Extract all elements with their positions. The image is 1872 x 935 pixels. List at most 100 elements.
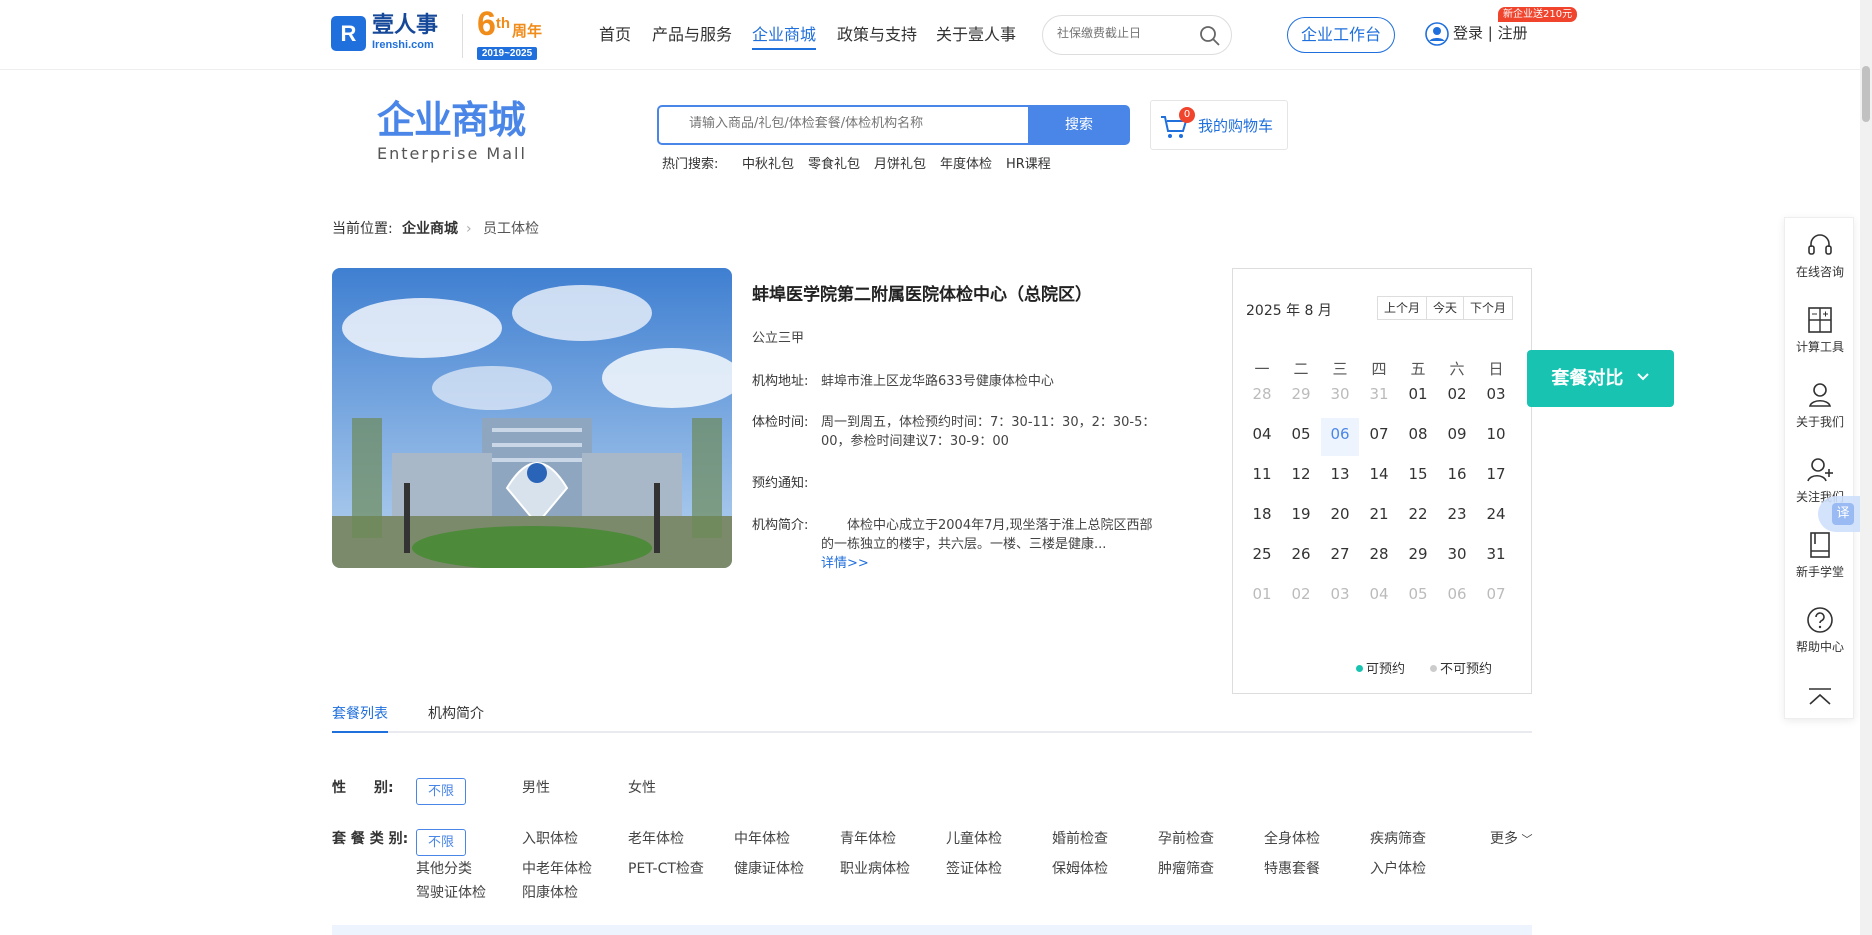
category-option[interactable]: 青年体检 [840,829,896,849]
sidebar-online-consult[interactable]: 在线咨询 [1785,230,1855,280]
page-scrollbar[interactable] [1860,0,1872,935]
calendar-day-today[interactable]: 06 [1321,418,1359,456]
sidebar-about-us[interactable]: 关于我们 [1785,380,1855,430]
calendar-day: 30 [1330,385,1350,403]
sidebar-calculator[interactable]: 计算工具 [1785,305,1855,355]
gender-unlimited-option[interactable]: 不限 [416,778,466,805]
calendar-day[interactable]: 01 [1399,378,1437,410]
gender-male-option[interactable]: 男性 [522,778,550,798]
category-option[interactable]: 入职体检 [522,829,578,849]
hot-search-label: 热门搜索: [662,157,719,172]
search-icon[interactable] [1198,24,1222,48]
nav-about[interactable]: 关于壹人事 [936,24,1016,46]
calendar-day[interactable]: 24 [1477,498,1515,530]
cart-count-badge: 0 [1179,107,1195,123]
category-option[interactable]: 婚前检查 [1052,829,1108,849]
sidebar-help-center[interactable]: 帮助中心 [1785,605,1855,655]
category-option[interactable]: 阳康体检 [522,883,578,903]
mall-search-button[interactable]: 搜索 [1028,105,1130,145]
mall-title[interactable]: 企业商城 [377,96,526,144]
category-option[interactable]: 职业病体检 [840,859,910,879]
category-option[interactable]: 全身体检 [1264,829,1320,849]
package-compare-button[interactable]: 套餐对比 [1527,350,1674,407]
calendar-day[interactable]: 14 [1360,458,1398,490]
back-to-top-button[interactable] [1785,685,1855,713]
breadcrumb-mall[interactable]: 企业商城 [402,220,458,238]
category-option[interactable]: 其他分类 [416,859,472,879]
calendar-day[interactable]: 11 [1243,458,1281,490]
address-value: 蚌埠市淮上区龙华路633号健康体检中心 [821,374,1054,389]
prev-month-button[interactable]: 上个月 [1378,297,1428,319]
category-option[interactable]: 健康证体检 [734,859,804,879]
today-button[interactable]: 今天 [1427,297,1465,319]
calendar-day[interactable]: 21 [1360,498,1398,530]
category-option[interactable]: 疾病筛查 [1370,829,1426,849]
calendar-day[interactable]: 20 [1321,498,1359,530]
calendar-day[interactable]: 04 [1243,418,1281,450]
calendar-day[interactable]: 09 [1438,418,1476,450]
category-option[interactable]: 驾驶证体检 [416,883,486,903]
translate-button[interactable]: 译 [1818,496,1866,532]
login-register-link[interactable]: 登录 | 注册 [1453,22,1528,44]
category-unlimited-option[interactable]: 不限 [416,829,466,856]
details-link[interactable]: 详情>> [821,555,869,573]
category-option[interactable]: 入户体检 [1370,859,1426,879]
category-option[interactable]: PET-CT检查 [628,859,704,879]
calendar-day[interactable]: 03 [1477,378,1515,410]
calendar-day[interactable]: 22 [1399,498,1437,530]
calendar-day[interactable]: 17 [1477,458,1515,490]
brand-name[interactable]: 壹人事 [372,12,438,38]
category-option[interactable]: 中年体检 [734,829,790,849]
category-option[interactable]: 中老年体检 [522,859,592,879]
hot-term-mid-autumn[interactable]: 中秋礼包 [742,156,794,174]
category-option[interactable]: 保姆体检 [1052,859,1108,879]
tab-institution-intro[interactable]: 机构简介 [428,704,484,724]
calendar-day[interactable]: 12 [1282,458,1320,490]
category-option[interactable]: 肿瘤筛查 [1158,859,1214,879]
sidebar-beginner-class[interactable]: 新手学堂 [1785,530,1855,580]
nav-policy[interactable]: 政策与支持 [837,24,917,46]
calendar-day[interactable]: 28 [1360,538,1398,570]
calendar-day[interactable]: 18 [1243,498,1281,530]
calendar-day[interactable]: 15 [1399,458,1437,490]
category-option[interactable]: 签证体检 [946,859,1002,879]
header-search-input[interactable] [1057,26,1197,40]
calendar-day[interactable]: 08 [1399,418,1437,450]
more-categories-button[interactable]: 更多 ﹀ [1490,829,1533,850]
calendar-day[interactable]: 05 [1282,418,1320,450]
calendar-day[interactable]: 02 [1438,378,1476,410]
calendar-day[interactable]: 31 [1477,538,1515,570]
mall-search-input[interactable] [689,116,1009,131]
user-avatar-icon[interactable] [1425,22,1449,46]
calendar-day[interactable]: 10 [1477,418,1515,450]
next-month-button[interactable]: 下个月 [1464,297,1512,319]
category-option[interactable]: 儿童体检 [946,829,1002,849]
tab-package-list[interactable]: 套餐列表 [332,704,388,733]
calendar-day[interactable]: 13 [1321,458,1359,490]
nav-mall[interactable]: 企业商城 [752,24,817,50]
calendar-day[interactable]: 19 [1282,498,1320,530]
calendar-day[interactable]: 26 [1282,538,1320,570]
calendar-day[interactable]: 27 [1321,538,1359,570]
calendar-day[interactable]: 23 [1438,498,1476,530]
logo-mark[interactable]: R [331,16,366,51]
nav-products[interactable]: 产品与服务 [652,24,732,46]
hot-term-annual-checkup[interactable]: 年度体检 [940,156,992,174]
calendar-day[interactable]: 29 [1399,538,1437,570]
unavailable-dot-icon [1430,665,1437,672]
cart-button[interactable]: 0 我的购物车 [1150,100,1288,150]
scrollbar-thumb[interactable] [1862,66,1870,122]
calendar-day[interactable]: 07 [1360,418,1398,450]
hot-term-snacks[interactable]: 零食礼包 [808,156,860,174]
category-option[interactable]: 老年体检 [628,829,684,849]
category-option[interactable]: 孕前检查 [1158,829,1214,849]
calendar-day[interactable]: 25 [1243,538,1281,570]
calendar-day[interactable]: 16 [1438,458,1476,490]
hot-term-hr-course[interactable]: HR课程 [1006,156,1051,174]
workbench-button[interactable]: 企业工作台 [1287,17,1395,53]
gender-female-option[interactable]: 女性 [628,778,656,798]
hot-term-mooncake[interactable]: 月饼礼包 [874,156,926,174]
calendar-day[interactable]: 30 [1438,538,1476,570]
nav-home[interactable]: 首页 [599,24,631,46]
category-option[interactable]: 特惠套餐 [1264,859,1320,879]
